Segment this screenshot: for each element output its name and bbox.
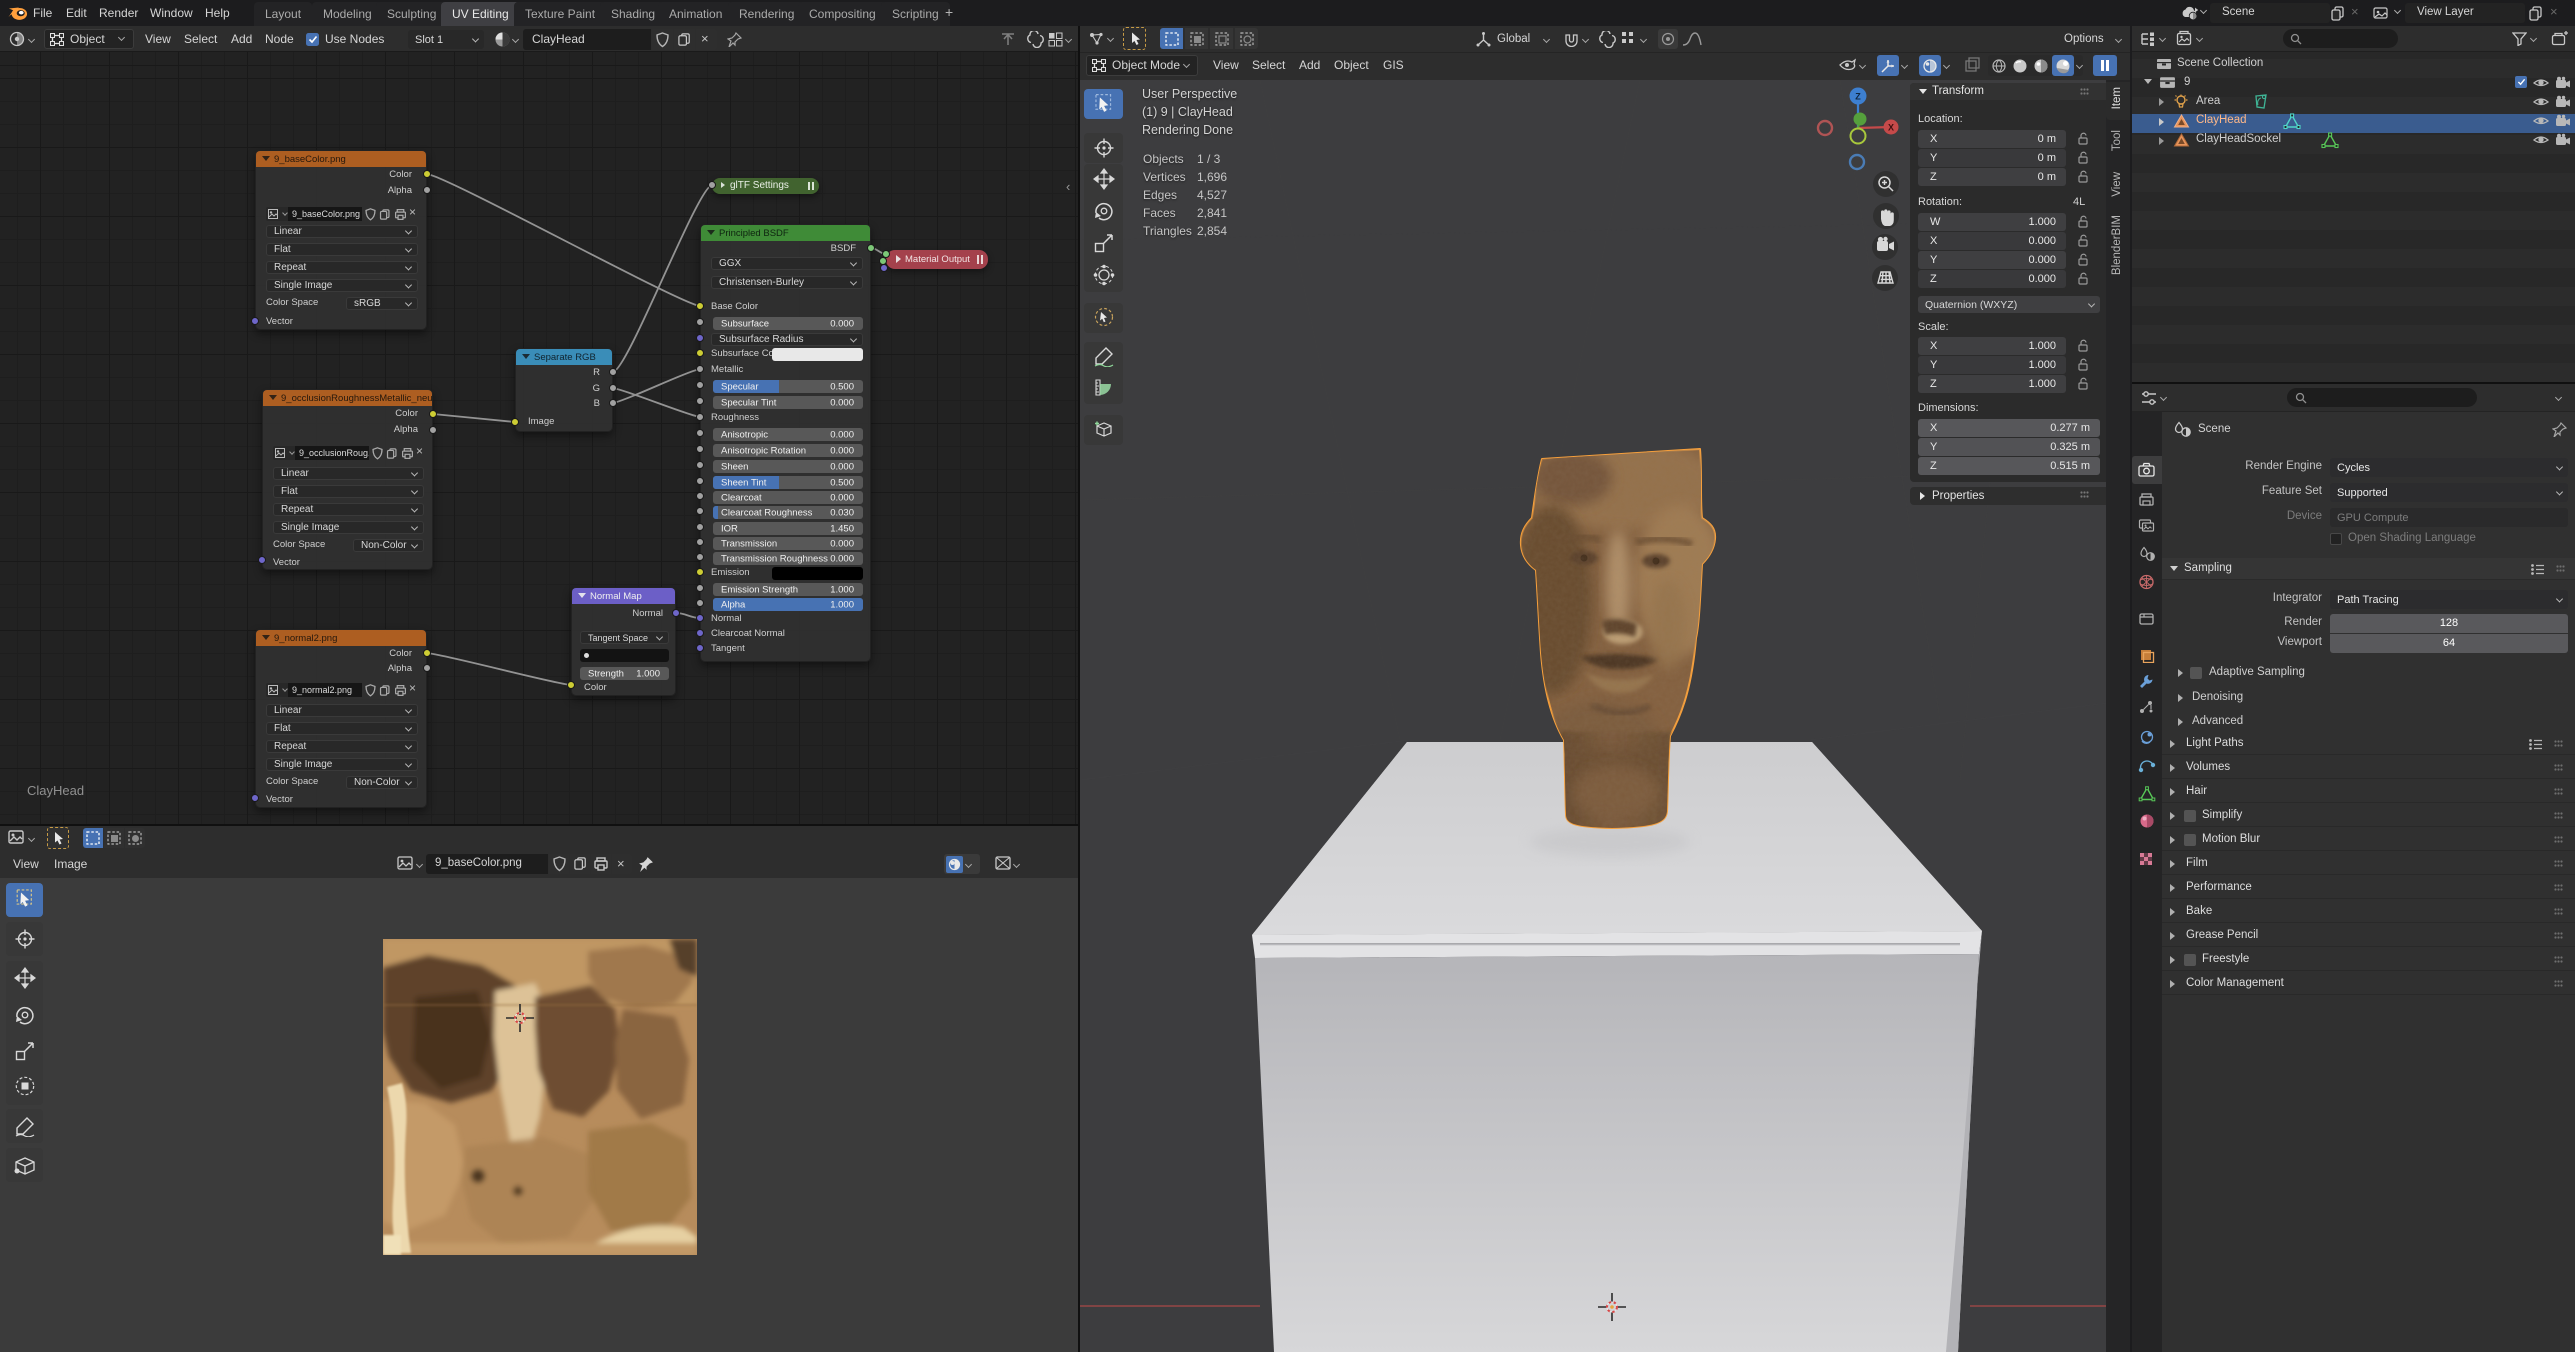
svg-text:Z: Z xyxy=(1855,92,1861,102)
svg-text:X: X xyxy=(1888,123,1894,133)
